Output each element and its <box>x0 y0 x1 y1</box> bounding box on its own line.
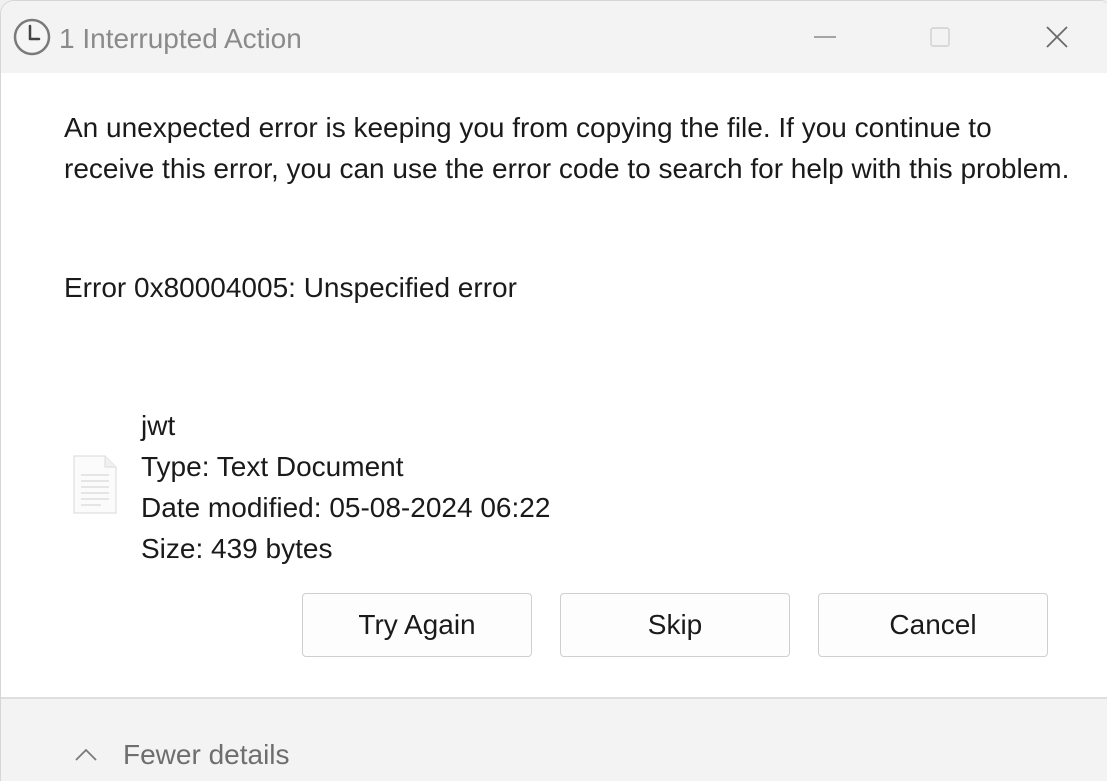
chevron-up-icon <box>75 748 97 761</box>
file-name: jwt <box>141 410 176 441</box>
file-type: Type: Text Document <box>141 451 404 482</box>
minimize-button[interactable] <box>775 1 875 73</box>
maximize-button <box>890 1 990 73</box>
close-button[interactable] <box>1007 1 1107 73</box>
fewer-details-label: Fewer details <box>123 739 290 770</box>
file-size: Size: 439 bytes <box>141 533 333 564</box>
cancel-button[interactable]: Cancel <box>818 593 1048 657</box>
close-icon <box>1046 26 1068 48</box>
maximize-icon <box>930 27 950 47</box>
dialog-footer: Fewer details <box>1 699 1107 781</box>
error-message: An unexpected error is keeping you from … <box>64 112 1070 184</box>
file-date-modified: Date modified: 05-08-2024 06:22 <box>141 492 551 523</box>
dialog-content: An unexpected error is keeping you from … <box>1 73 1107 697</box>
skip-button[interactable]: Skip <box>560 593 790 657</box>
text-document-icon <box>73 455 117 514</box>
file-details: jwt Type: Text Document Date modified: 0… <box>141 405 550 569</box>
error-code: Error 0x80004005: Unspecified error <box>64 272 517 303</box>
title-bar[interactable]: 1 Interrupted Action <box>1 1 1107 73</box>
minimize-icon <box>814 36 836 38</box>
window-title: 1 Interrupted Action <box>59 23 302 54</box>
fewer-details-toggle[interactable]: Fewer details <box>71 735 290 775</box>
clock-icon <box>13 18 51 56</box>
dialog-window: 1 Interrupted Action An unexpected error… <box>0 0 1107 781</box>
try-again-button[interactable]: Try Again <box>302 593 532 657</box>
